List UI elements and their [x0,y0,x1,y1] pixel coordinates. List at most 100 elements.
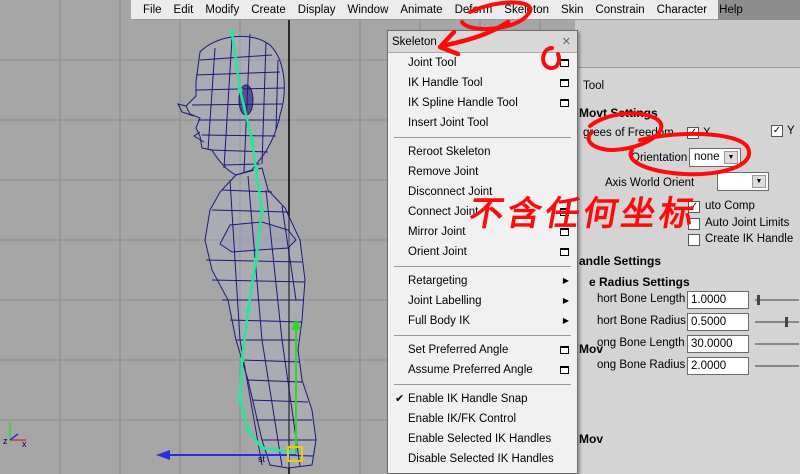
dof-x-checkbox[interactable]: ✓ [687,127,699,139]
menu-item-assume-preferred-angle[interactable]: Assume Preferred Angle [388,360,577,380]
option-box-icon[interactable] [560,99,569,107]
check-icon: ✔ [395,393,405,405]
option-box-icon[interactable] [560,79,569,87]
short-bone-length-slider[interactable] [755,299,799,301]
menu-item-joint-tool[interactable]: Joint Tool [388,53,577,73]
menu-item-label: Reroot Skeleton [408,146,491,158]
menu-item-label: IK Handle Tool [408,77,483,89]
auto-comp-label: uto Comp [705,200,755,212]
menu-item-joint-labelling[interactable]: Joint Labelling ▶ [388,291,577,311]
menu-separator [394,137,571,138]
menu-item-enable-ik-fk-control[interactable]: Enable IK/FK Control [388,409,577,429]
menu-item-ik-spline-handle-tool[interactable]: IK Spline Handle Tool [388,93,577,113]
menu-item-full-body-ik[interactable]: Full Body IK ▶ [388,311,577,331]
menu-display[interactable]: Display [292,0,342,20]
menu-separator [394,266,571,267]
menu-item-label: Retargeting [408,275,468,287]
chevron-down-icon: ▼ [752,175,766,188]
menu-item-reroot-skeleton[interactable]: Reroot Skeleton [388,142,577,162]
menu-item-remove-joint[interactable]: Remove Joint [388,162,577,182]
skeleton-menu-title[interactable]: Skeleton ✕ [388,31,577,53]
menu-item-insert-joint-tool[interactable]: Insert Joint Tool [388,113,577,133]
short-bone-radius-slider[interactable] [755,321,799,323]
menu-help[interactable]: Help [713,0,749,20]
menu-item-label: Assume Preferred Angle [408,364,533,376]
short-bone-length-label: hort Bone Length [597,293,686,305]
menu-skeleton[interactable]: Skeleton [498,0,555,20]
skeleton-menu[interactable]: Skeleton ✕ Joint Tool IK Handle Tool IK Sp… [387,30,578,474]
short-bone-length-slider-thumb[interactable] [757,295,760,305]
dof-y-checkbox[interactable]: ✓ [771,125,783,137]
axis-world-orient-dropdown[interactable]: ▼ [717,172,769,191]
menu-skin[interactable]: Skin [555,0,589,20]
menu-separator [394,384,571,385]
menu-item-enable-ik-handle-snap[interactable]: ✔ Enable IK Handle Snap [388,389,577,409]
menu-item-label: Disable Selected IK Handles [408,453,554,465]
close-icon[interactable]: ✕ [562,31,571,53]
short-bone-length-field[interactable] [687,291,749,309]
long-bone-radius-slider[interactable] [755,365,799,367]
menu-separator [394,335,571,336]
menu-item-label: Set Preferred Angle [408,344,509,356]
menu-item-ik-handle-tool[interactable]: IK Handle Tool [388,73,577,93]
long-bone-radius-label: ong Bone Radius [597,359,686,371]
section-handle-settings[interactable]: andle Settings [579,254,661,268]
axis-gizmo: z x [3,422,27,449]
short-bone-radius-label: hort Bone Radius [597,315,686,327]
main-menubar: File Edit Modify Create Display Window Animate… [131,0,743,20]
menu-item-enable-selected-ik-handles[interactable]: Enable Selected IK Handles [388,429,577,449]
menu-item-label: Enable IK/FK Control [408,413,517,425]
long-bone-radius-field[interactable] [687,357,749,375]
menu-item-label: Enable IK Handle Snap [408,393,528,405]
option-box-icon[interactable] [560,59,569,67]
orientation-dropdown[interactable]: none ▼ [689,148,741,167]
menu-item-label: Enable Selected IK Handles [408,433,552,445]
short-bone-radius-slider-thumb[interactable] [785,317,788,327]
option-box-icon[interactable] [560,346,569,354]
long-bone-length-field[interactable] [687,335,749,353]
menu-item-label: Mirror Joint [408,226,466,238]
menu-item-set-preferred-angle[interactable]: Set Preferred Angle [388,340,577,360]
submenu-arrow-icon: ▶ [562,316,569,325]
axis-x-label: x [22,439,27,449]
menu-item-label: Connect Joint [408,206,479,218]
menu-modify[interactable]: Modify [199,0,245,20]
section-radius-settings[interactable]: e Radius Settings [589,275,690,289]
menu-item-label: Insert Joint Tool [408,117,489,129]
dof-y-label: Y [787,125,795,137]
menu-constrain[interactable]: Constrain [589,0,650,20]
option-box-icon[interactable] [560,248,569,256]
section-joint-settings[interactable]: Movt Settings [579,106,658,120]
menu-edit[interactable]: Edit [168,0,200,20]
short-bone-radius-field[interactable] [687,313,749,331]
menu-deform[interactable]: Deform [449,0,499,20]
section-mov-b[interactable]: Mov [579,432,603,446]
menu-file[interactable]: File [137,0,168,20]
dof-label: grees of Freedom [583,127,674,139]
menu-item-disable-selected-ik-handles[interactable]: Disable Selected IK Handles [388,449,577,469]
skeleton-menu-items: Joint Tool IK Handle Tool IK Spline Handle… [388,53,577,469]
menu-item-label: Remove Joint [408,166,479,178]
option-box-icon[interactable] [560,366,569,374]
menu-item-label: Full Body IK [408,315,470,327]
bottom-label: st [258,454,266,464]
dof-x-label: X [703,127,711,139]
menu-item-label: IK Spline Handle Tool [408,97,518,109]
menu-item-retargeting[interactable]: Retargeting ▶ [388,271,577,291]
orientation-label: Orientation [631,152,688,164]
auto-joint-limits-label: Auto Joint Limits [705,217,790,229]
annotation-text: 不含任何坐标 [465,194,701,234]
submenu-arrow-icon: ▶ [562,276,569,285]
menu-item-orient-joint[interactable]: Orient Joint [388,242,577,262]
long-bone-length-slider[interactable] [755,343,799,345]
axis-z-label: z [3,436,8,446]
menu-create[interactable]: Create [245,0,292,20]
menu-item-label: Joint Labelling [408,295,482,307]
menu-window[interactable]: Window [341,0,394,20]
chevron-down-icon: ▼ [724,151,738,164]
menu-item-label: Orient Joint [408,246,467,258]
menu-animate[interactable]: Animate [394,0,448,20]
menu-character[interactable]: Character [651,0,714,20]
create-ik-handle-checkbox[interactable] [688,234,700,246]
tool-settings-panel: Tool Movt Settings grees of Freedom ✓ X … [575,20,800,474]
